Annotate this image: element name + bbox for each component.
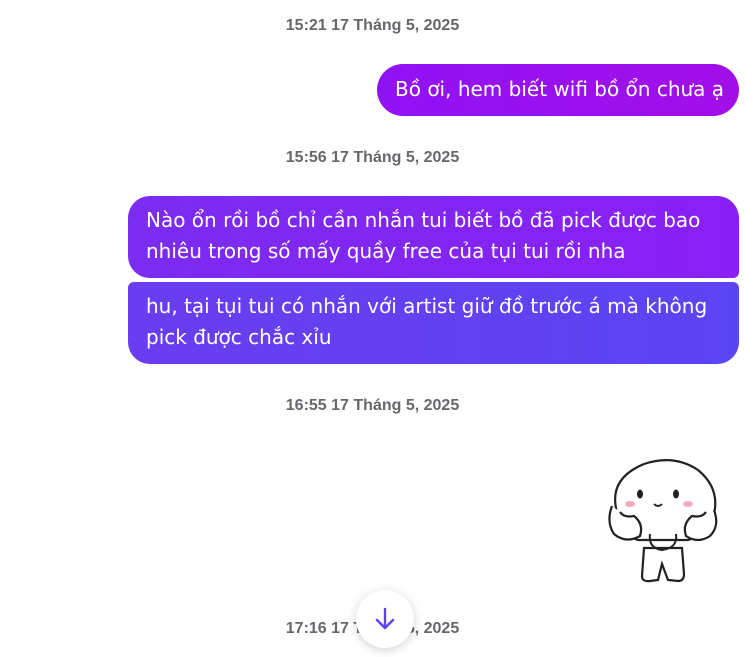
message-bubble[interactable]: hu, tại tụi tui có nhắn với artist giữ đ…: [128, 282, 739, 364]
cute-blob-sticker-icon: [608, 459, 718, 583]
timestamp: 15:56 17 Tháng 5, 2025: [285, 149, 460, 166]
timestamp: 16:55 17 Tháng 5, 2025: [285, 397, 460, 414]
scroll-to-bottom-button[interactable]: [356, 590, 414, 648]
sticker[interactable]: [604, 448, 722, 586]
message-bubble[interactable]: Bồ ơi, hem biết wifi bồ ổn chưa ạ: [377, 64, 739, 116]
message-bubble[interactable]: Nào ổn rồi bồ chỉ cần nhắn tui biết bồ đ…: [128, 196, 739, 278]
arrow-down-icon: [375, 607, 395, 630]
timestamp: 15:21 17 Tháng 5, 2025: [285, 17, 460, 34]
